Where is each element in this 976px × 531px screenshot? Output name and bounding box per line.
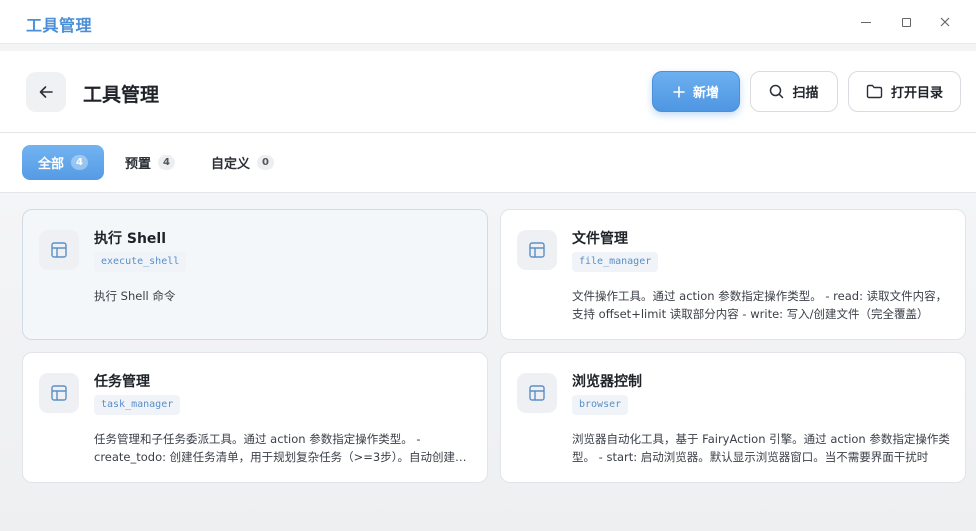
title-bar: 工具管理: [0, 0, 976, 44]
tool-card[interactable]: 执行 Shell execute_shell 执行 Shell 命令: [22, 209, 488, 340]
tab-preset[interactable]: 预置 4: [109, 145, 191, 180]
minimize-icon: [861, 21, 871, 23]
scan-button-label: 扫描: [792, 86, 819, 101]
tool-card[interactable]: 任务管理 task_manager 任务管理和子任务委派工具。通过 action…: [22, 352, 488, 483]
tool-name: 执行 Shell: [94, 231, 167, 247]
add-button[interactable]: 新增: [652, 71, 740, 112]
tool-id-badge: file_manager: [572, 252, 659, 272]
close-button[interactable]: [934, 11, 956, 33]
layout-panel-icon: [529, 242, 545, 258]
tool-grid: 执行 Shell execute_shell 执行 Shell 命令 文件管理 …: [0, 193, 976, 531]
folder-icon: [866, 84, 883, 99]
page-title: 工具管理: [83, 84, 160, 106]
open-directory-label: 打开目录: [890, 86, 943, 101]
tool-id-badge: task_manager: [94, 395, 181, 415]
tool-description: 浏览器自动化工具，基于 FairyAction 引擎。通过 action 参数指…: [572, 432, 950, 464]
tool-id-badge: execute_shell: [94, 252, 187, 272]
page-header: 工具管理 新增 扫描 打开目录: [0, 51, 976, 133]
tool-description: 文件操作工具。通过 action 参数指定操作类型。 - read: 读取文件内…: [572, 289, 948, 321]
tab-custom[interactable]: 自定义 0: [195, 145, 290, 180]
plus-icon: [673, 85, 685, 98]
tool-icon-container: [517, 230, 557, 270]
tab-count-badge: 4: [158, 155, 176, 170]
search-icon: [770, 84, 784, 99]
close-icon: [940, 17, 950, 27]
tool-id-badge: browser: [572, 395, 629, 415]
tab-count-badge: 0: [257, 155, 275, 170]
tab-count-badge: 4: [71, 155, 88, 170]
maximize-icon: [901, 17, 911, 27]
open-directory-button[interactable]: 打开目录: [848, 71, 961, 112]
scan-button[interactable]: 扫描: [750, 71, 838, 112]
layout-panel-icon: [51, 242, 67, 258]
tool-name: 文件管理: [572, 231, 628, 247]
layout-panel-icon: [51, 385, 67, 401]
filter-tabs: 全部 4 预置 4 自定义 0: [0, 133, 976, 193]
maximize-button[interactable]: [895, 11, 917, 33]
tab-label: 全部: [38, 157, 65, 172]
tool-card[interactable]: 浏览器控制 browser 浏览器自动化工具，基于 FairyAction 引擎…: [500, 352, 966, 483]
tool-card[interactable]: 文件管理 file_manager 文件操作工具。通过 action 参数指定操…: [500, 209, 966, 340]
tab-label: 自定义: [211, 157, 251, 172]
tab-label: 预置: [125, 157, 152, 172]
arrow-left-icon: [39, 86, 53, 98]
add-button-label: 新增: [692, 86, 719, 101]
tool-description: 任务管理和子任务委派工具。通过 action 参数指定操作类型。 - creat…: [94, 432, 467, 464]
tool-icon-container: [517, 373, 557, 413]
layout-panel-icon: [529, 385, 545, 401]
back-button[interactable]: [26, 72, 66, 112]
tool-icon-container: [39, 373, 79, 413]
tab-all[interactable]: 全部 4: [22, 145, 104, 180]
tool-icon-container: [39, 230, 79, 270]
app-title: 工具管理: [26, 16, 93, 35]
tool-name: 任务管理: [94, 374, 150, 390]
tool-name: 浏览器控制: [572, 374, 642, 390]
tool-description: 执行 Shell 命令: [94, 289, 176, 303]
minimize-button[interactable]: [855, 11, 877, 33]
